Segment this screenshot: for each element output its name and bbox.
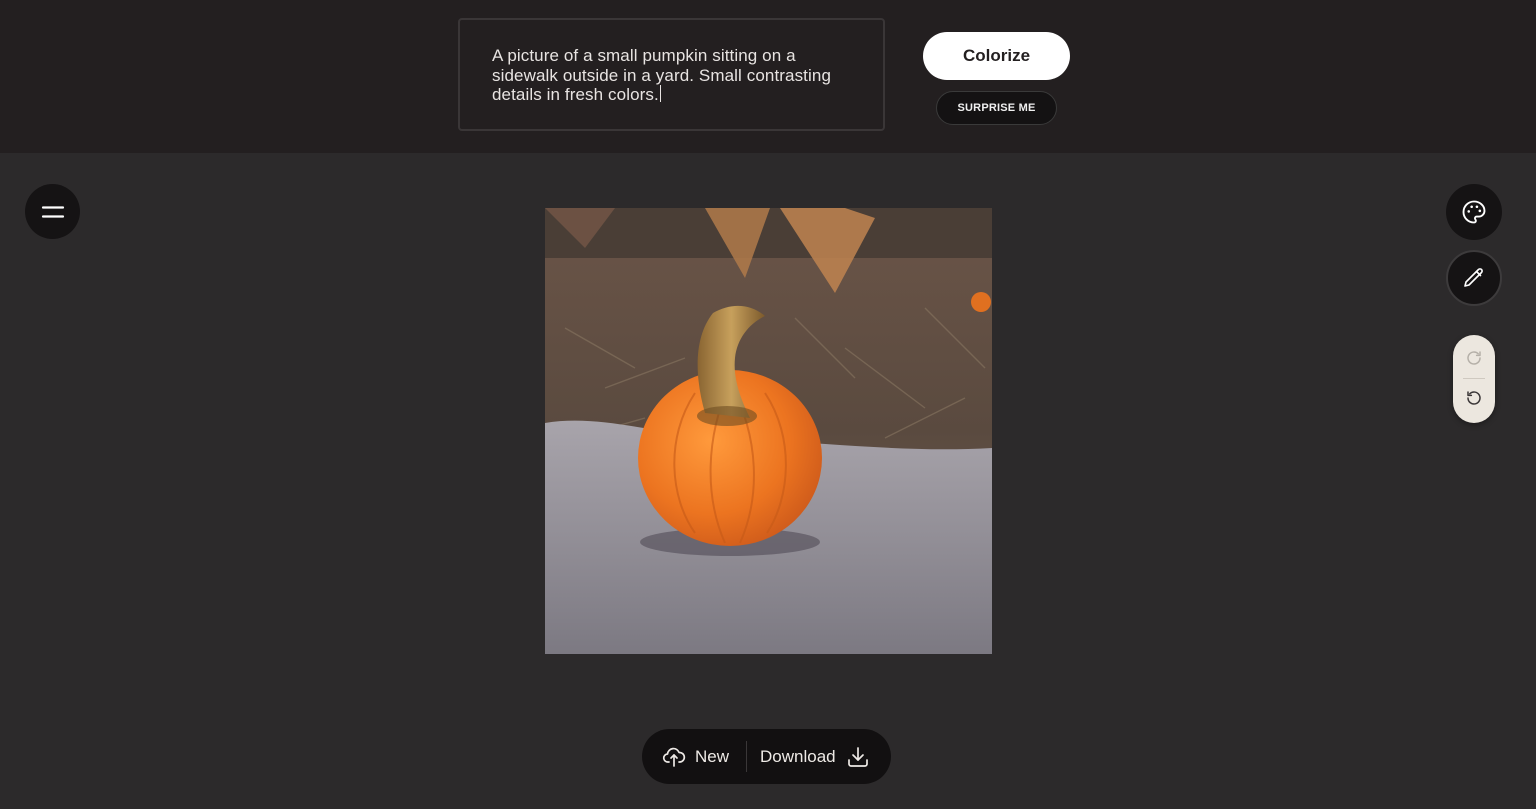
undo-button[interactable] xyxy=(1462,386,1486,410)
download-icon xyxy=(847,746,868,767)
new-label: New xyxy=(695,746,730,766)
prompt-text[interactable]: A picture of a small pumpkin sitting on … xyxy=(492,46,862,105)
palette-button[interactable] xyxy=(1446,184,1502,240)
new-button[interactable]: New xyxy=(662,729,729,784)
history-controls xyxy=(1453,335,1495,423)
pencil-button[interactable] xyxy=(1446,250,1502,306)
redo-button[interactable] xyxy=(1462,346,1486,370)
download-label: Download xyxy=(760,746,836,766)
colorize-button[interactable]: Colorize xyxy=(923,32,1070,80)
surprise-me-button[interactable]: SURPRISE ME xyxy=(936,91,1057,125)
redo-icon xyxy=(1467,351,1481,365)
text-caret xyxy=(659,85,661,103)
top-bar: A picture of a small pumpkin sitting on … xyxy=(0,0,1536,153)
colorized-image xyxy=(545,208,992,654)
undo-icon xyxy=(1467,391,1481,405)
prompt-input[interactable]: A picture of a small pumpkin sitting on … xyxy=(458,18,885,131)
toolbar-divider xyxy=(746,741,747,772)
palette-icon xyxy=(1462,200,1486,224)
bottom-toolbar: New Download xyxy=(642,729,891,784)
menu-icon xyxy=(41,205,64,218)
history-divider xyxy=(1463,378,1485,379)
pumpkin-photo xyxy=(545,208,992,654)
download-button[interactable]: Download xyxy=(760,729,870,784)
menu-button[interactable] xyxy=(25,184,80,239)
upload-cloud-icon xyxy=(662,747,686,767)
pencil-icon xyxy=(1464,268,1483,287)
